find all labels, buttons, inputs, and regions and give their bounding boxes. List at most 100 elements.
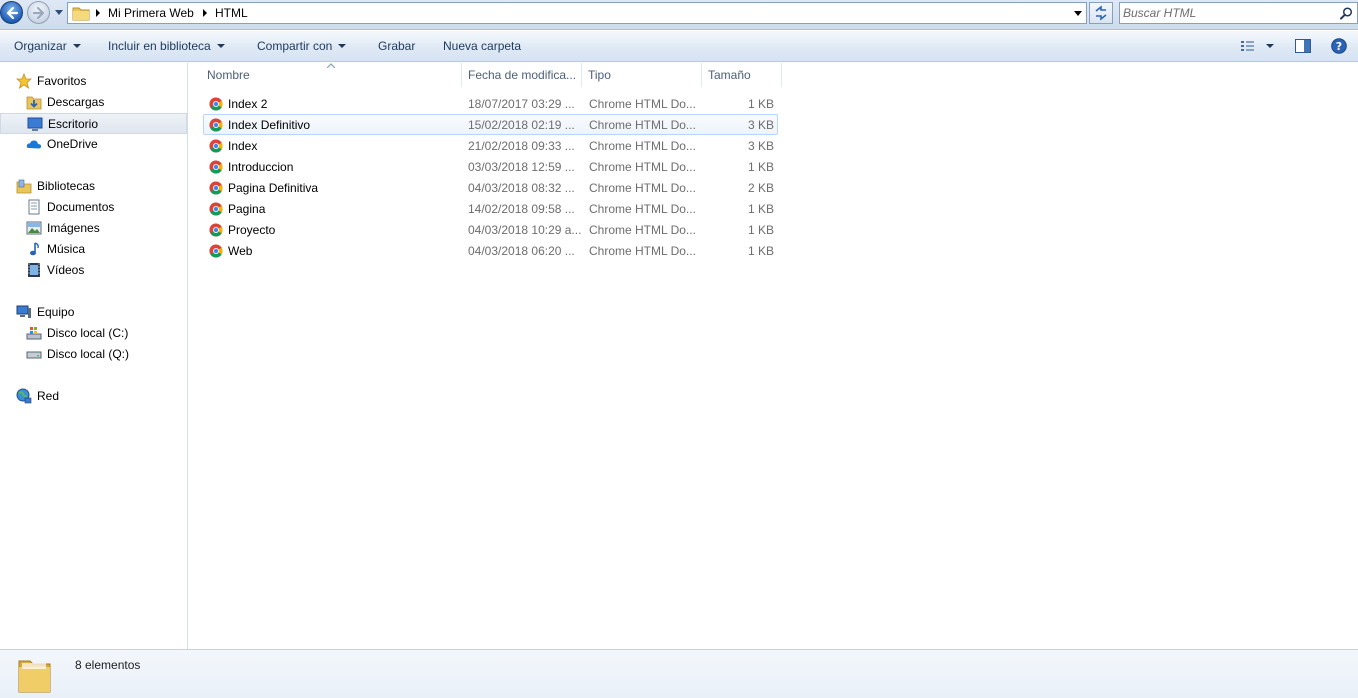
file-row[interactable]: Pagina Definitiva 04/03/2018 08:32 ... Chr…: [203, 177, 778, 198]
refresh-icon: [1095, 5, 1107, 21]
nav-equipo-label: Equipo: [37, 305, 75, 319]
file-type: Chrome HTML Do...: [589, 223, 696, 237]
search-input[interactable]: [1123, 4, 1333, 22]
nav-documentos-label: Documentos: [47, 200, 115, 214]
preview-pane-icon[interactable]: [1295, 39, 1311, 53]
chevron-down-icon: [216, 44, 225, 48]
change-view-icon[interactable]: [1240, 39, 1256, 53]
burn-button[interactable]: Grabar: [378, 39, 415, 53]
videos-icon: [28, 263, 40, 277]
chrome-html-icon: [209, 181, 223, 195]
chrome-html-icon: [209, 139, 223, 153]
file-row[interactable]: Web 04/03/2018 06:20 ... Chrome HTML Do...…: [203, 240, 778, 261]
nav-red[interactable]: Red: [0, 386, 186, 407]
breadcrumb-item-mi-primera-web[interactable]: Mi Primera Web: [108, 5, 194, 21]
refresh-button[interactable]: [1089, 2, 1113, 24]
nav-videos-label: Vídeos: [47, 263, 85, 277]
file-type: Chrome HTML Do...: [589, 160, 696, 174]
folder-icon: [18, 660, 51, 693]
column-header-type[interactable]: Tipo: [582, 63, 702, 87]
search-box[interactable]: [1119, 2, 1358, 24]
breadcrumb-item-html[interactable]: HTML: [215, 5, 248, 21]
sort-ascending-icon: [327, 63, 335, 68]
file-type: Chrome HTML Do...: [589, 97, 696, 111]
nav-bibliotecas-label: Bibliotecas: [37, 179, 96, 193]
file-row[interactable]: Introduccion 03/03/2018 12:59 ... Chrome H…: [203, 156, 778, 177]
nav-descargas[interactable]: Descargas: [0, 92, 186, 113]
nav-favoritos-label: Favoritos: [37, 74, 87, 88]
nav-disco-c[interactable]: Disco local (C:): [0, 323, 186, 344]
file-date: 18/07/2017 03:29 ...: [468, 97, 575, 111]
recent-pages-chevron-icon[interactable]: [54, 9, 64, 17]
chrome-html-icon: [209, 244, 223, 258]
organize-button[interactable]: Organizar: [14, 39, 81, 53]
file-size: 3 KB: [747, 118, 774, 132]
nav-onedrive[interactable]: OneDrive: [0, 134, 186, 155]
include-in-library-button[interactable]: Incluir en biblioteca: [108, 39, 225, 53]
file-name: Index 2: [228, 97, 268, 111]
nav-disco-q[interactable]: Disco local (Q:): [0, 344, 186, 365]
file-size: 1 KB: [747, 223, 774, 237]
file-name: Index: [228, 139, 258, 153]
nav-onedrive-label: OneDrive: [47, 137, 98, 151]
file-row[interactable]: Proyecto 04/03/2018 10:29 a... Chrome HTML…: [203, 219, 778, 240]
nav-equipo[interactable]: Equipo: [0, 302, 186, 323]
burn-label: Grabar: [378, 39, 416, 53]
breadcrumb-separator-icon[interactable]: [202, 9, 208, 17]
nav-imagenes[interactable]: Imágenes: [0, 218, 186, 239]
nav-red-label: Red: [37, 389, 60, 403]
new-folder-label: Nueva carpeta: [443, 39, 522, 53]
downloads-folder-icon: [26, 96, 42, 110]
file-date: 03/03/2018 12:59 ...: [468, 160, 575, 174]
search-icon[interactable]: [1340, 7, 1353, 20]
file-row[interactable]: Index 21/02/2018 09:33 ... Chrome HTML Do.…: [203, 135, 778, 156]
drive-icon: [26, 351, 42, 359]
nav-imagenes-label: Imágenes: [47, 221, 100, 235]
nav-documentos[interactable]: Documentos: [0, 197, 186, 218]
chrome-html-icon: [209, 223, 223, 237]
file-date: 15/02/2018 02:19 ...: [468, 118, 575, 132]
address-bar: Mi Primera Web HTML: [0, 0, 1358, 30]
cloud-icon: [26, 140, 42, 149]
file-row[interactable]: Pagina 14/02/2018 09:58 ... Chrome HTML Do…: [203, 198, 778, 219]
nav-musica[interactable]: Música: [0, 239, 186, 260]
view-options-chevron-icon[interactable]: [1266, 44, 1274, 48]
nav-bibliotecas[interactable]: Bibliotecas: [0, 176, 186, 197]
music-icon: [30, 242, 39, 256]
file-name: Index Definitivo: [228, 118, 311, 132]
column-header-date[interactable]: Fecha de modifica...: [462, 63, 582, 87]
file-row[interactable]: Index 2 18/07/2017 03:29 ... Chrome HTML D…: [203, 93, 778, 114]
nav-escritorio-label: Escritorio: [48, 117, 99, 131]
breadcrumb-separator-icon[interactable]: [95, 9, 101, 17]
folder-icon: [72, 7, 90, 21]
forward-button[interactable]: [27, 1, 50, 24]
nav-escritorio[interactable]: Escritorio: [0, 113, 187, 134]
file-list: Nombre Fecha de modifica... Tipo Tamaño …: [189, 63, 1358, 649]
file-type: Chrome HTML Do...: [589, 244, 696, 258]
chevron-down-icon: [338, 44, 347, 48]
new-folder-button[interactable]: Nueva carpeta: [443, 39, 521, 53]
chrome-html-icon: [209, 202, 223, 216]
file-row[interactable]: Index Definitivo 15/02/2018 02:19 ... Chro…: [203, 114, 778, 135]
file-type: Chrome HTML Do...: [589, 139, 696, 153]
nav-favoritos[interactable]: Favoritos: [0, 71, 186, 92]
file-size: 2 KB: [747, 181, 774, 195]
back-button[interactable]: [0, 1, 23, 24]
libraries-icon: [16, 179, 32, 194]
share-with-button[interactable]: Compartir con: [257, 39, 347, 53]
file-name: Web: [228, 244, 253, 258]
command-bar: Organizar Incluir en biblioteca Comparti…: [0, 31, 1358, 62]
nav-videos[interactable]: Vídeos: [0, 260, 186, 281]
file-size: 1 KB: [747, 160, 774, 174]
breadcrumb[interactable]: Mi Primera Web HTML: [67, 2, 1087, 24]
system-drive-icon: [26, 327, 42, 340]
star-icon: [16, 73, 32, 89]
address-dropdown-icon[interactable]: [1074, 11, 1082, 17]
chrome-html-icon: [209, 97, 223, 111]
chrome-html-icon: [209, 118, 223, 132]
column-header-size[interactable]: Tamaño: [702, 63, 782, 87]
help-icon[interactable]: ?: [1331, 38, 1347, 54]
file-name: Pagina: [228, 202, 266, 216]
file-size: 1 KB: [747, 97, 774, 111]
file-name: Pagina Definitiva: [228, 181, 319, 195]
